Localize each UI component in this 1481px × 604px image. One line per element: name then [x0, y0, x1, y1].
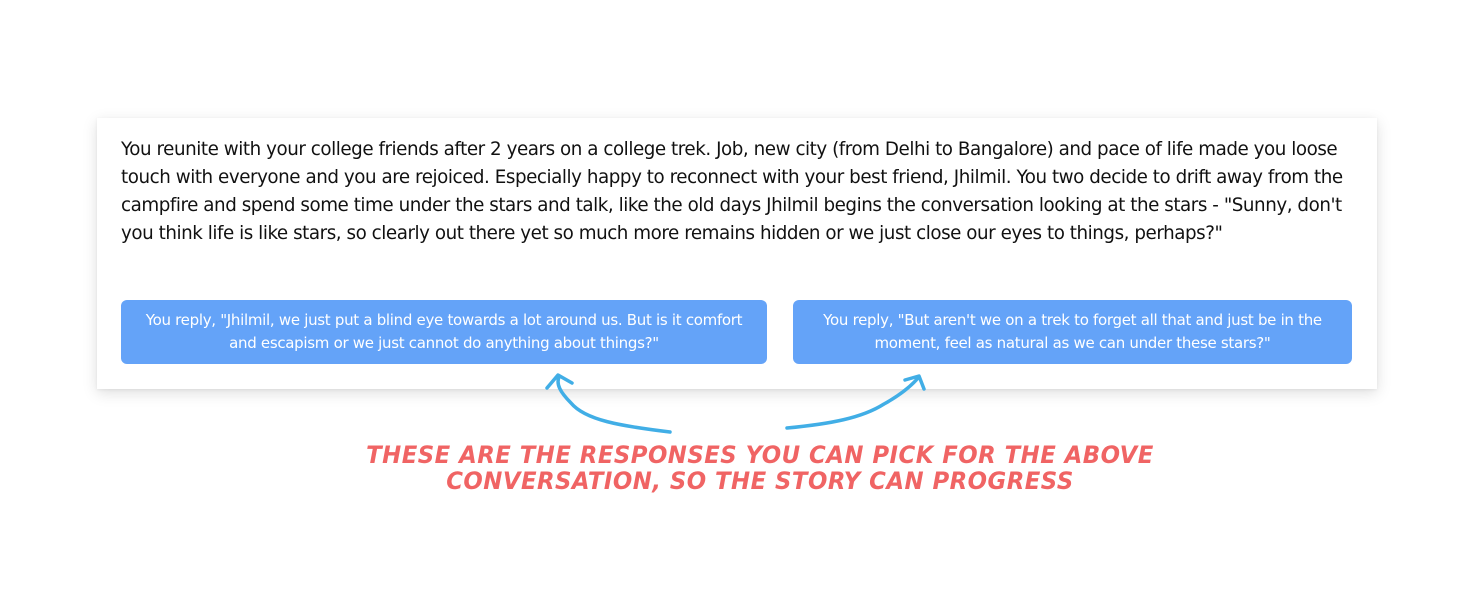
- story-card: You reunite with your college friends af…: [97, 118, 1377, 389]
- reply-choice-label-1: You reply, "Jhilmil, we just put a blind…: [145, 311, 743, 352]
- reply-choice-button-2[interactable]: You reply, "But aren't we on a trek to f…: [793, 300, 1352, 364]
- reply-choice-button-1[interactable]: You reply, "Jhilmil, we just put a blind…: [121, 300, 767, 364]
- annotation-line-2: conversation, so the story can progress: [446, 467, 1074, 495]
- stage: You reunite with your college friends af…: [0, 0, 1481, 604]
- annotation-line-1: These are the responses you can pick for…: [366, 441, 1154, 469]
- annotation-note: These are the responses you can pick for…: [361, 442, 1159, 494]
- reply-choice-label-2: You reply, "But aren't we on a trek to f…: [823, 311, 1322, 352]
- story-text: You reunite with your college friends af…: [121, 139, 1343, 244]
